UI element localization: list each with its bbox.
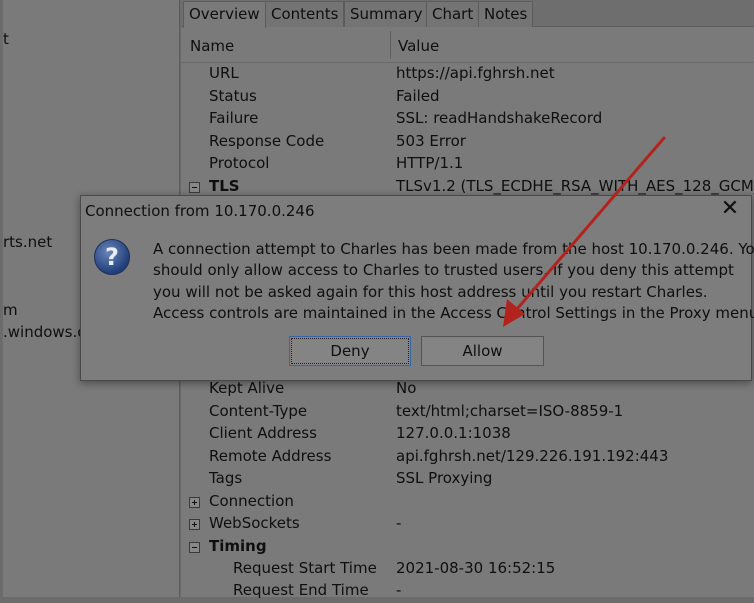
expand-icon[interactable] [189, 519, 200, 530]
table-row-group[interactable]: WebSockets - [181, 514, 754, 536]
row-value: 503 Error [396, 132, 466, 150]
dialog-title: Connection from 10.170.0.246 [85, 202, 315, 220]
row-name: Protocol [209, 154, 270, 172]
tab-notes[interactable]: Notes [478, 1, 534, 27]
charles-window: t rts.net m .windows.c Overview Contents… [0, 0, 754, 599]
row-name: Timing [209, 537, 267, 555]
table-row[interactable]: Tags SSL Proxying [181, 469, 754, 491]
message-line: Access controls are maintained in the Ac… [153, 303, 754, 322]
row-name: Failure [209, 109, 259, 127]
question-icon: ? [94, 239, 130, 275]
column-divider[interactable] [390, 31, 391, 59]
table-row[interactable]: Remote Address api.fghrsh.net/129.226.19… [181, 447, 754, 469]
tab-bar: Overview Contents Summary Chart Notes [181, 0, 754, 28]
tree-item[interactable]: rts.net [3, 233, 52, 251]
close-icon[interactable]: ✕ [717, 198, 743, 221]
table-row[interactable]: Kept Alive No [181, 379, 754, 401]
row-value: api.fghrsh.net/129.226.191.192:443 [396, 447, 669, 465]
row-value: 127.0.0.1:1038 [396, 424, 511, 442]
row-name: TLS [209, 177, 240, 195]
tab-contents[interactable]: Contents [265, 1, 345, 27]
table-row-group[interactable]: Timing [181, 537, 754, 559]
row-value: Failed [396, 87, 440, 105]
row-name: Tags [209, 469, 243, 487]
table-row[interactable]: Status Failed [181, 87, 754, 109]
row-name: Request Start Time [233, 559, 377, 577]
table-row[interactable]: Response Code 503 Error [181, 132, 754, 154]
row-value: 2021-08-30 16:52:15 [396, 559, 556, 577]
row-value: No [396, 379, 417, 397]
table-row[interactable]: Request Start Time 2021-08-30 16:52:15 [181, 559, 754, 581]
table-row-group[interactable]: Connection [181, 492, 754, 514]
tree-item[interactable]: .windows.c [3, 323, 86, 341]
table-row[interactable]: Failure SSL: readHandshakeRecord [181, 109, 754, 131]
message-line: you will not be asked again for this hos… [153, 282, 708, 301]
table-row[interactable]: Protocol HTTP/1.1 [181, 154, 754, 176]
tree-item[interactable]: m [3, 301, 18, 319]
row-value: - [396, 514, 402, 532]
row-value: - [396, 581, 402, 599]
column-header-value[interactable]: Value [398, 37, 439, 55]
table-row[interactable]: URL https://api.fghrsh.net [181, 64, 754, 86]
row-value: HTTP/1.1 [396, 154, 464, 172]
connection-dialog: Connection from 10.170.0.246 ✕ ? A conne… [80, 195, 754, 381]
collapse-icon[interactable] [189, 182, 200, 193]
tab-summary[interactable]: Summary [344, 1, 429, 27]
row-name: Remote Address [209, 447, 332, 465]
table-row[interactable]: Content-Type text/html;charset=ISO-8859-… [181, 402, 754, 424]
tab-chart[interactable]: Chart [426, 1, 480, 27]
tree-item[interactable]: t [3, 30, 9, 48]
table-row[interactable]: Client Address 127.0.0.1:1038 [181, 424, 754, 446]
row-name: Response Code [209, 132, 325, 150]
row-name: Content-Type [209, 402, 308, 420]
row-name: WebSockets [209, 514, 300, 532]
row-name: Status [209, 87, 257, 105]
row-name: Connection [209, 492, 294, 510]
tab-overview[interactable]: Overview [183, 1, 266, 28]
message-line: should only allow access to Charles to t… [153, 261, 734, 280]
row-name: URL [209, 64, 239, 82]
deny-button[interactable]: Deny [289, 336, 411, 366]
row-value: SSL: readHandshakeRecord [396, 109, 603, 127]
collapse-icon[interactable] [189, 542, 200, 553]
row-value: https://api.fghrsh.net [396, 64, 555, 82]
row-name: Request End Time [233, 581, 369, 599]
row-value: SSL Proxying [396, 469, 493, 487]
expand-icon[interactable] [189, 497, 200, 508]
message-line: A connection attempt to Charles has been… [153, 240, 754, 258]
row-value: TLSv1.2 (TLS_ECDHE_RSA_WITH_AES_128_GCM_… [396, 177, 754, 195]
row-name: Client Address [209, 424, 317, 442]
row-name: Kept Alive [209, 379, 285, 397]
allow-button[interactable]: Allow [421, 336, 544, 366]
table-header: Name Value [181, 27, 754, 63]
column-header-name[interactable]: Name [190, 37, 234, 55]
table-row[interactable]: Request End Time - [181, 581, 754, 603]
row-value: text/html;charset=ISO-8859-1 [396, 402, 624, 420]
dialog-message: A connection attempt to Charles has been… [153, 239, 754, 324]
